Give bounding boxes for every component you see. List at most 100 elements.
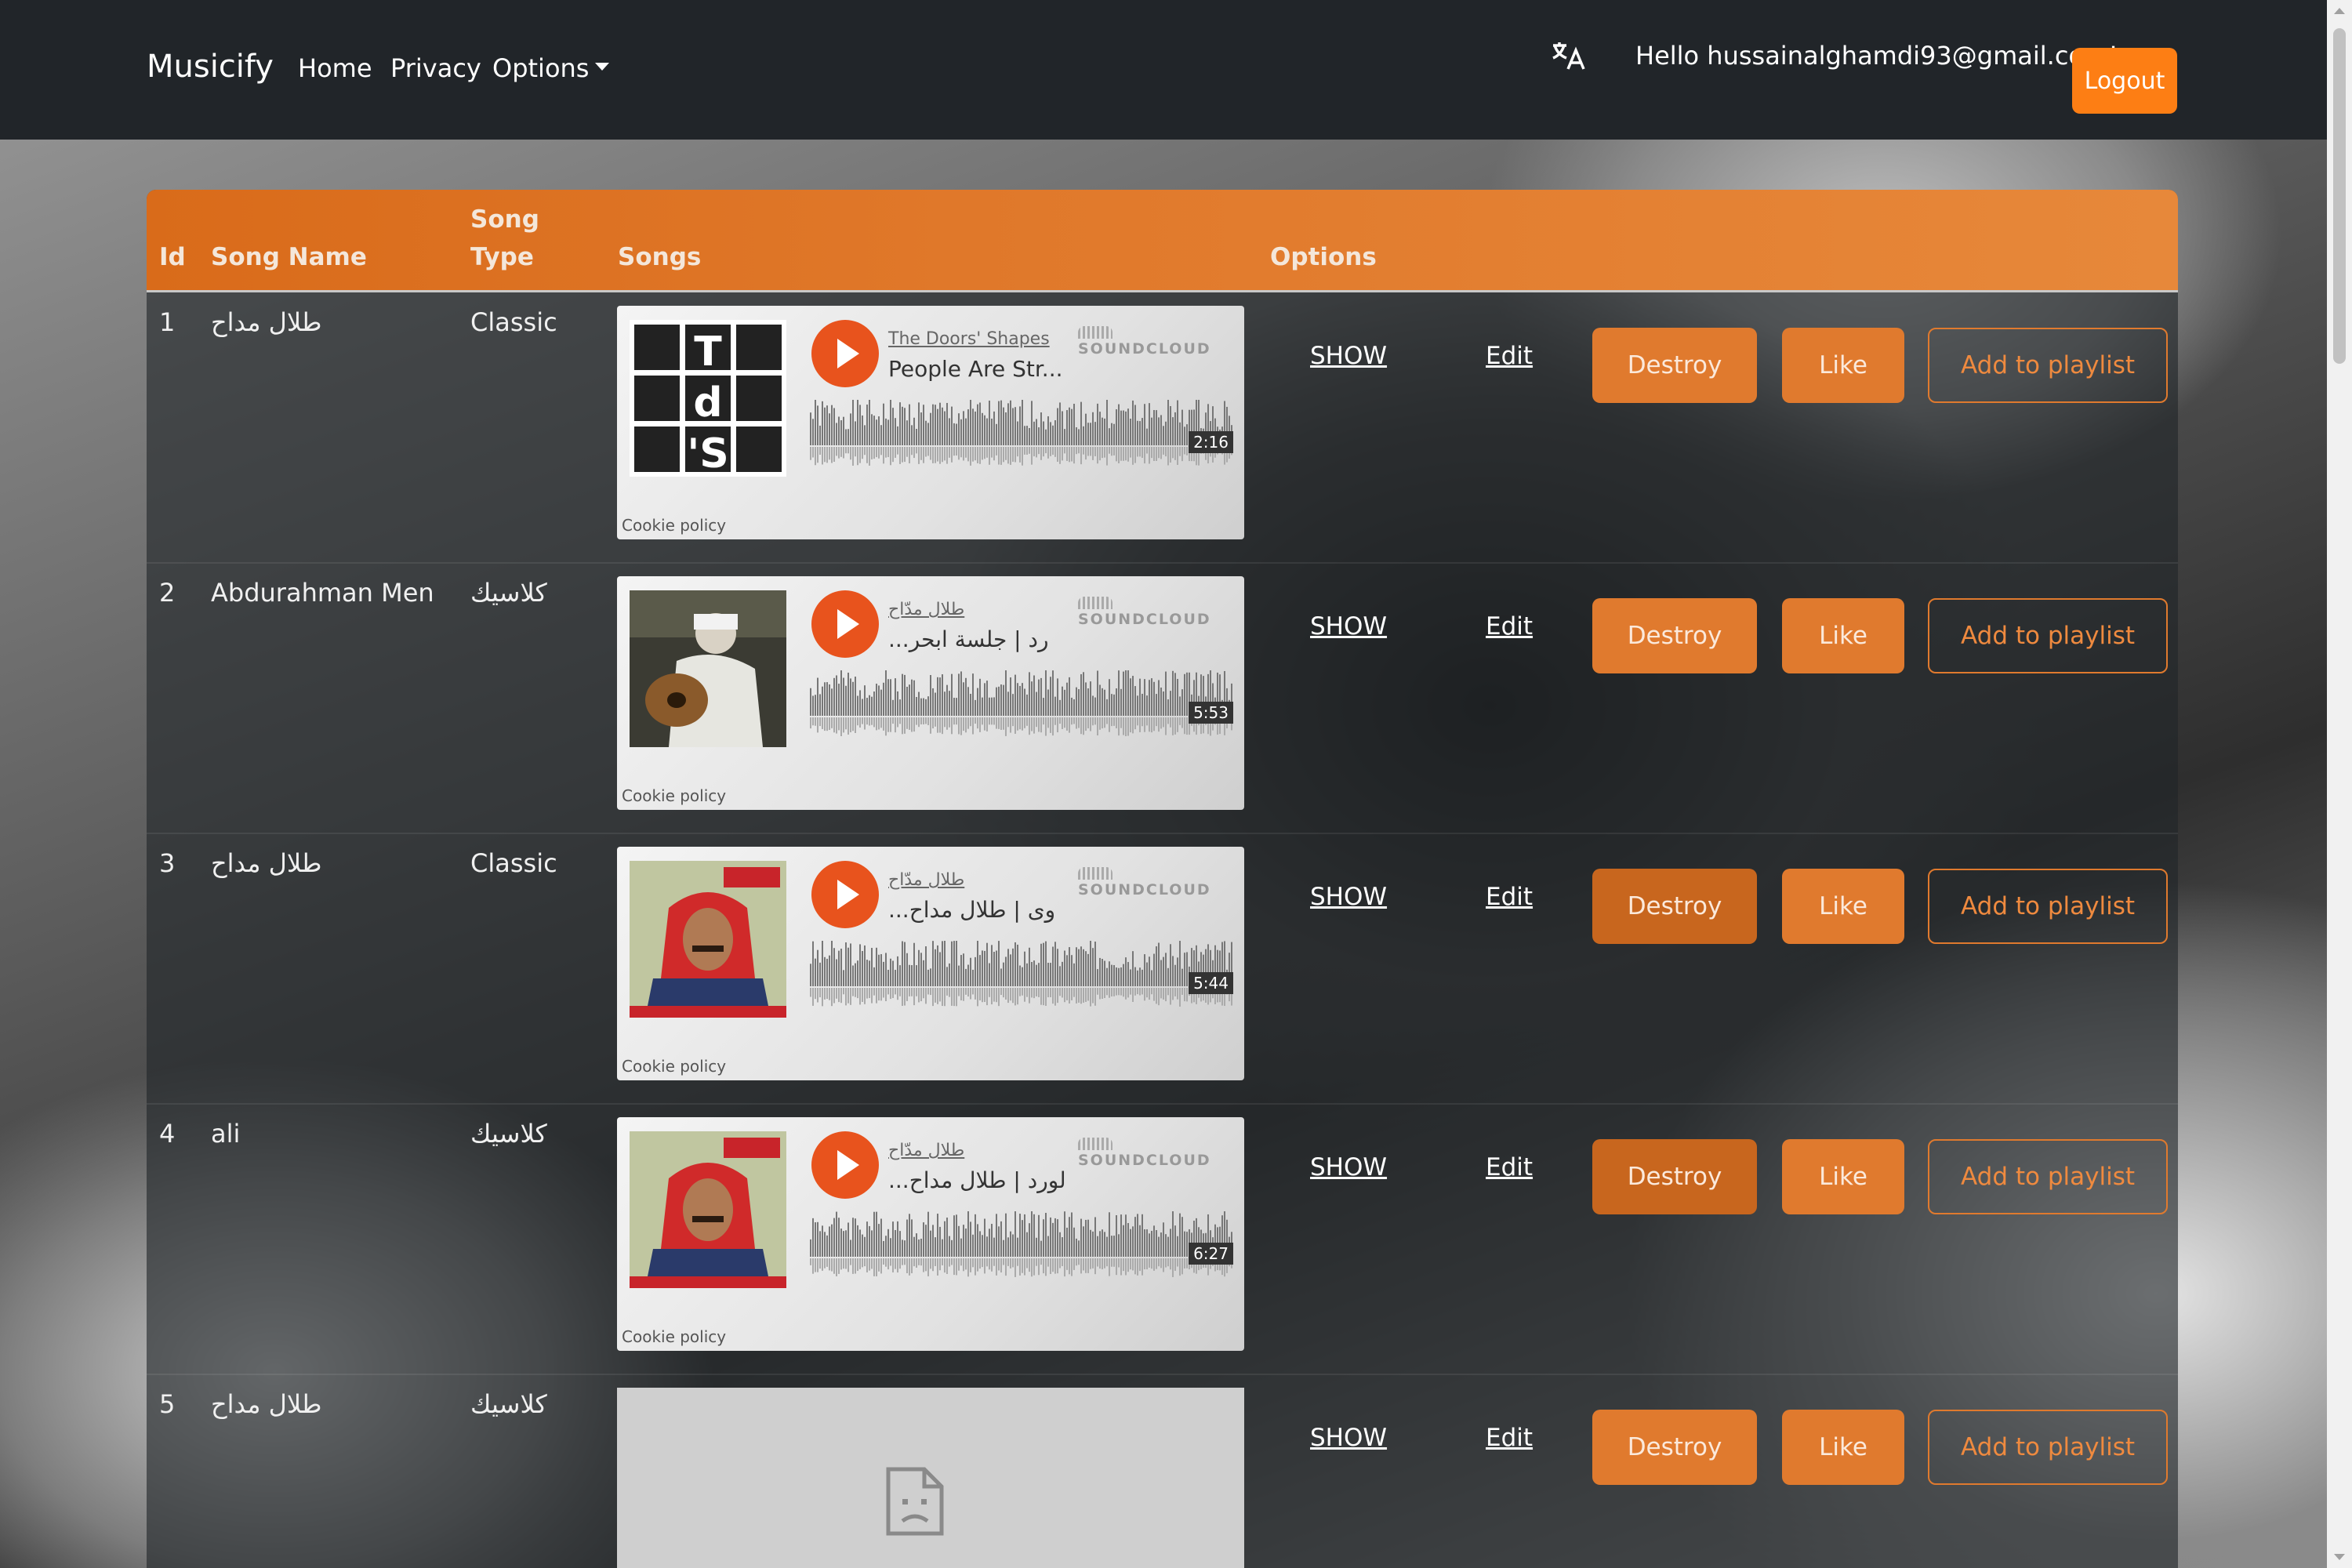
show-link[interactable]: SHOW bbox=[1310, 1424, 1387, 1452]
like-button[interactable]: Like bbox=[1782, 869, 1904, 944]
add-to-playlist-button[interactable]: Add to playlist bbox=[1928, 1410, 2168, 1485]
row-song-type: كلاسيك bbox=[470, 1389, 547, 1419]
add-to-playlist-button[interactable]: Add to playlist bbox=[1928, 1139, 2168, 1214]
edit-link[interactable]: Edit bbox=[1486, 342, 1533, 370]
track-title[interactable]: ...لورد | طلال مداح bbox=[888, 1167, 1066, 1193]
destroy-button[interactable]: Destroy bbox=[1592, 328, 1757, 403]
svg-text:'S: 'S bbox=[687, 430, 728, 477]
like-button[interactable]: Like bbox=[1782, 1139, 1904, 1214]
like-button[interactable]: Like bbox=[1782, 598, 1904, 673]
destroy-button[interactable]: Destroy bbox=[1592, 1139, 1757, 1214]
header-song-type-line2: Type bbox=[470, 243, 534, 271]
play-button[interactable] bbox=[811, 861, 879, 928]
table-row: 1 طلال مداح Classic T d 'S The Doors' Sh… bbox=[147, 292, 2178, 564]
soundcloud-player[interactable]: T d 'S The Doors' Shapes People Are Str.… bbox=[617, 306, 1244, 539]
track-duration: 2:16 bbox=[1189, 431, 1233, 453]
album-art bbox=[630, 861, 786, 1018]
row-song-name: طلال مداح bbox=[211, 848, 322, 878]
navbar: Musicify Home Privacy Options Hello huss… bbox=[0, 0, 2327, 140]
soundcloud-logo[interactable]: SOUNDCLOUD bbox=[1078, 864, 1244, 898]
add-to-playlist-button[interactable]: Add to playlist bbox=[1928, 598, 2168, 673]
sad-file-icon bbox=[886, 1467, 944, 1536]
scroll-down-arrow[interactable] bbox=[2334, 1554, 2345, 1560]
logout-button[interactable]: Logout bbox=[2072, 48, 2177, 114]
destroy-button[interactable]: Destroy bbox=[1592, 869, 1757, 944]
row-song-name: طلال مداح bbox=[211, 307, 322, 337]
track-title[interactable]: ...رد | جلسة ابحر bbox=[888, 626, 1049, 652]
scroll-thumb[interactable] bbox=[2333, 28, 2346, 364]
track-duration: 5:44 bbox=[1189, 972, 1233, 994]
greeting-text: Hello hussainalghamdi93@gmail.com! bbox=[1635, 41, 2118, 71]
waveform[interactable] bbox=[810, 400, 1233, 470]
soundcloud-player[interactable]: طلال مدّاح ...رد | جلسة ابحر SOUNDCLOUD … bbox=[617, 576, 1244, 810]
row-id: 3 bbox=[159, 848, 176, 878]
table-row: 3 طلال مداح Classic طلال مدّاح ...وى | ط… bbox=[147, 833, 2178, 1105]
track-artist[interactable]: طلال مدّاح bbox=[888, 870, 964, 890]
track-duration: 6:27 bbox=[1189, 1243, 1233, 1265]
destroy-button[interactable]: Destroy bbox=[1592, 1410, 1757, 1485]
row-song-name: Abdurahman Men bbox=[211, 578, 434, 608]
track-artist[interactable]: The Doors' Shapes bbox=[888, 329, 1050, 349]
play-button[interactable] bbox=[811, 590, 879, 658]
cookie-policy-link[interactable]: Cookie policy bbox=[622, 516, 726, 535]
soundcloud-logo[interactable]: SOUNDCLOUD bbox=[1078, 1134, 1244, 1169]
soundcloud-icon bbox=[1078, 596, 1112, 609]
waveform[interactable] bbox=[810, 941, 1233, 1011]
row-song-name: ali bbox=[211, 1119, 241, 1149]
album-art bbox=[630, 590, 786, 747]
soundcloud-icon bbox=[1078, 866, 1112, 880]
page-scrollbar[interactable] bbox=[2327, 0, 2352, 1568]
translate-icon[interactable] bbox=[1551, 41, 1587, 72]
cookie-policy-link[interactable]: Cookie policy bbox=[622, 1057, 726, 1076]
header-id: Id bbox=[159, 243, 186, 271]
row-song-type: Classic bbox=[470, 848, 557, 878]
soundcloud-logo[interactable]: SOUNDCLOUD bbox=[1078, 593, 1244, 628]
show-link[interactable]: SHOW bbox=[1310, 342, 1387, 370]
soundcloud-player[interactable]: طلال مدّاح ...وى | طلال مداح SOUNDCLOUD … bbox=[617, 847, 1244, 1080]
show-link[interactable]: SHOW bbox=[1310, 1153, 1387, 1181]
broken-embed bbox=[617, 1388, 1244, 1568]
table-row: 5 طلال مداح كلاسيك SHOW Edit Destroy Lik… bbox=[147, 1374, 2178, 1568]
add-to-playlist-button[interactable]: Add to playlist bbox=[1928, 328, 2168, 403]
like-button[interactable]: Like bbox=[1782, 328, 1904, 403]
edit-link[interactable]: Edit bbox=[1486, 1424, 1533, 1452]
add-to-playlist-button[interactable]: Add to playlist bbox=[1928, 869, 2168, 944]
play-button[interactable] bbox=[811, 1131, 879, 1199]
cookie-policy-link[interactable]: Cookie policy bbox=[622, 1327, 726, 1346]
row-song-name: طلال مداح bbox=[211, 1389, 322, 1419]
waveform[interactable] bbox=[810, 1211, 1233, 1282]
soundcloud-icon bbox=[1078, 325, 1112, 339]
edit-link[interactable]: Edit bbox=[1486, 1153, 1533, 1181]
soundcloud-icon bbox=[1078, 1137, 1112, 1150]
svg-text:d: d bbox=[693, 379, 722, 426]
like-button[interactable]: Like bbox=[1782, 1410, 1904, 1485]
header-songs: Songs bbox=[618, 243, 702, 271]
header-song-name: Song Name bbox=[211, 243, 367, 271]
destroy-button[interactable]: Destroy bbox=[1592, 598, 1757, 673]
waveform[interactable] bbox=[810, 670, 1233, 741]
edit-link[interactable]: Edit bbox=[1486, 883, 1533, 911]
brand-logo[interactable]: Musicify bbox=[147, 49, 274, 85]
soundcloud-player[interactable]: طلال مدّاح ...لورد | طلال مداح SOUNDCLOU… bbox=[617, 1117, 1244, 1351]
album-art bbox=[630, 1131, 786, 1288]
scroll-up-arrow[interactable] bbox=[2334, 8, 2345, 14]
track-artist[interactable]: طلال مدّاح bbox=[888, 600, 964, 619]
nav-privacy[interactable]: Privacy bbox=[390, 53, 481, 83]
soundcloud-logo[interactable]: SOUNDCLOUD bbox=[1078, 323, 1244, 358]
track-artist[interactable]: طلال مدّاح bbox=[888, 1141, 964, 1160]
row-song-type: كلاسيك bbox=[470, 1119, 547, 1149]
nav-options-label: Options bbox=[492, 53, 590, 83]
cookie-policy-link[interactable]: Cookie policy bbox=[622, 786, 726, 805]
nav-home[interactable]: Home bbox=[298, 53, 372, 83]
play-button[interactable] bbox=[811, 320, 879, 387]
header-song-type-line1: Song bbox=[470, 205, 539, 234]
track-title[interactable]: People Are Str... bbox=[888, 356, 1063, 382]
header-options: Options bbox=[1270, 243, 1377, 271]
track-title[interactable]: ...وى | طلال مداح bbox=[888, 897, 1055, 923]
show-link[interactable]: SHOW bbox=[1310, 612, 1387, 641]
table-row: 2 Abdurahman Men كلاسيك طلال مدّاح ...رد… bbox=[147, 562, 2178, 834]
edit-link[interactable]: Edit bbox=[1486, 612, 1533, 641]
show-link[interactable]: SHOW bbox=[1310, 883, 1387, 911]
nav-options-dropdown[interactable]: Options bbox=[492, 53, 610, 83]
svg-text:T: T bbox=[694, 328, 722, 376]
